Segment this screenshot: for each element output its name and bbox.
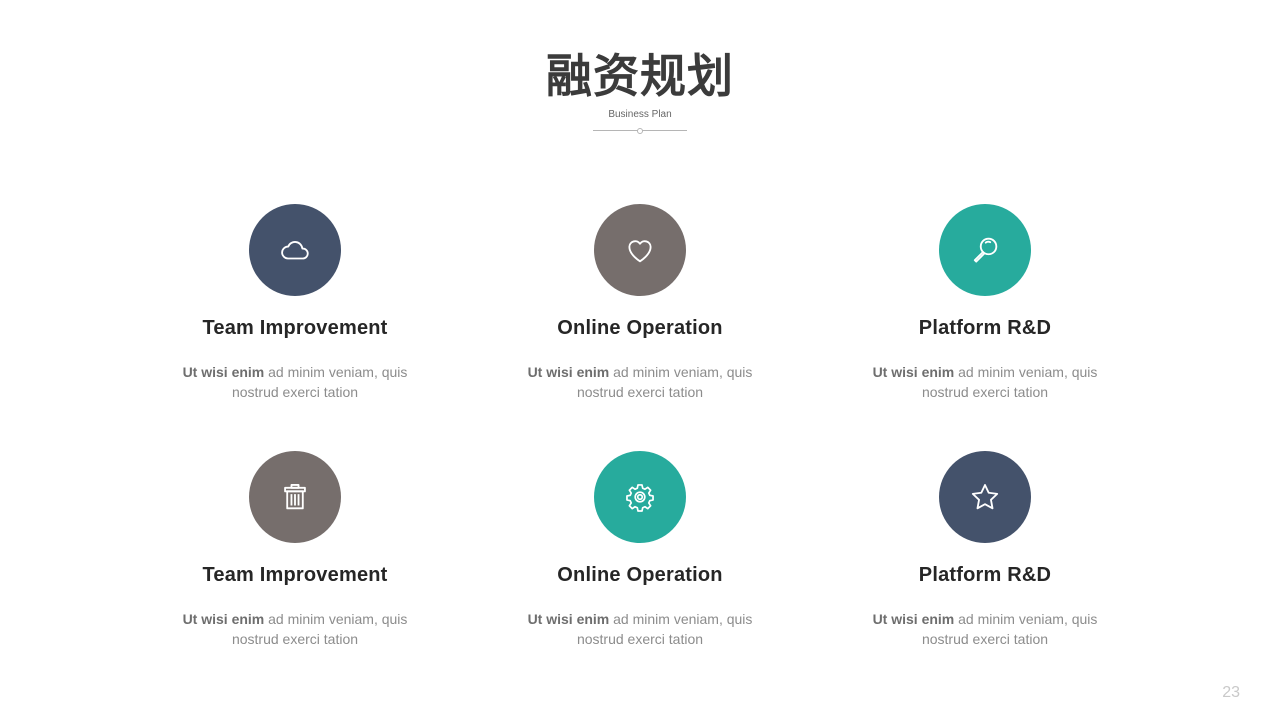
feature-circle xyxy=(249,204,341,296)
star-icon xyxy=(971,484,999,510)
cloud-icon xyxy=(281,241,309,260)
feature-card-3: Platform R&D Ut wisi enim ad minim venia… xyxy=(835,204,1135,402)
feature-description: Ut wisi enim ad minim veniam, quis nostr… xyxy=(872,611,1098,647)
feature-circle xyxy=(939,451,1031,543)
slide-title: 融资规划 xyxy=(546,49,734,103)
feature-title: Team Improvement xyxy=(202,564,388,586)
feature-title: Platform R&D xyxy=(918,317,1052,339)
slide-header: 融资规划 Business Plan xyxy=(0,46,1280,134)
feature-description: Ut wisi enim ad minim veniam, quis nostr… xyxy=(527,364,753,400)
feature-card-6: Platform R&D Ut wisi enim ad minim venia… xyxy=(835,451,1135,649)
feature-circle xyxy=(594,204,686,296)
feature-circle xyxy=(594,451,686,543)
trash-icon xyxy=(284,484,306,510)
feature-card-2: Online Operation Ut wisi enim ad minim v… xyxy=(490,204,790,402)
slide-subtitle: Business Plan xyxy=(608,109,672,120)
feature-circle xyxy=(249,451,341,543)
feature-card-1: Team Improvement Ut wisi enim ad minim v… xyxy=(145,204,445,402)
feature-card-4: Team Improvement Ut wisi enim ad minim v… xyxy=(145,451,445,649)
feature-circle xyxy=(939,204,1031,296)
title-divider xyxy=(593,128,687,134)
feature-title: Platform R&D xyxy=(918,564,1052,586)
page-number: 23 xyxy=(1222,684,1240,701)
feature-card-5: Online Operation Ut wisi enim ad minim v… xyxy=(490,451,790,649)
feature-title: Team Improvement xyxy=(202,317,388,339)
feature-description: Ut wisi enim ad minim veniam, quis nostr… xyxy=(872,364,1098,400)
feature-title: Online Operation xyxy=(557,317,723,339)
magnifier-icon xyxy=(973,237,998,263)
heart-icon xyxy=(628,240,652,263)
feature-description: Ut wisi enim ad minim veniam, quis nostr… xyxy=(182,611,408,647)
feature-description: Ut wisi enim ad minim veniam, quis nostr… xyxy=(182,364,408,400)
gear-icon xyxy=(626,484,654,512)
divider-dot xyxy=(637,128,643,134)
feature-description: Ut wisi enim ad minim veniam, quis nostr… xyxy=(527,611,753,647)
feature-title: Online Operation xyxy=(557,564,723,586)
